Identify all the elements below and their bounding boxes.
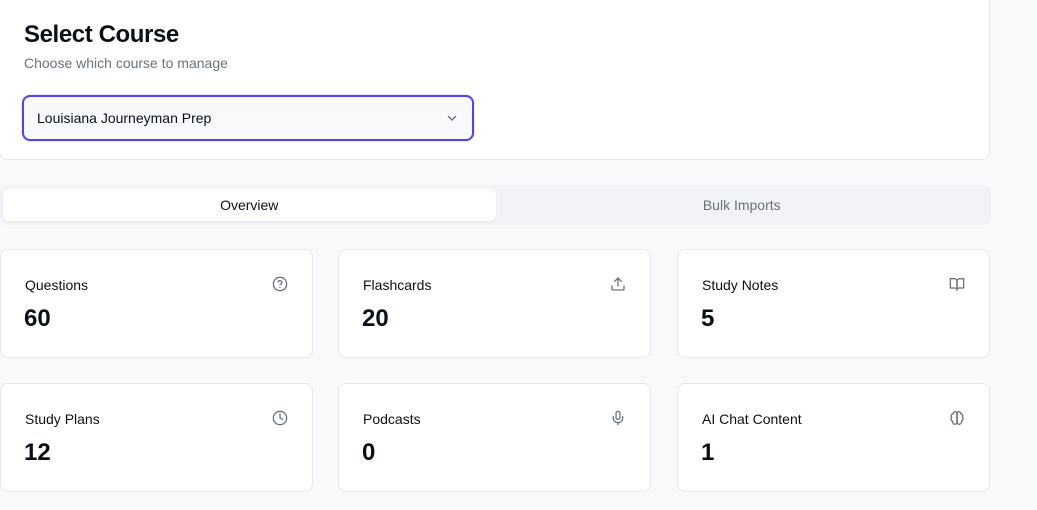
upload-icon [610,276,626,292]
clock-icon [272,410,288,426]
help-circle-icon [272,276,288,292]
stat-label: Podcasts [363,411,421,427]
stat-label: Flashcards [363,277,432,293]
course-selector-card: Select Course Choose which course to man… [0,0,990,160]
stat-value: 20 [362,305,389,332]
course-select[interactable]: Louisiana Journeyman Prep [22,95,474,141]
stat-card-questions: Questions 60 [0,249,313,358]
stat-value: 12 [24,439,51,466]
microphone-icon [610,410,626,426]
tab-bar: Overview Bulk Imports [0,185,991,225]
stat-label: Study Notes [702,277,779,293]
stat-card-flashcards: Flashcards 20 [338,249,651,358]
stat-label: Study Plans [25,411,100,427]
tab-bulk-imports[interactable]: Bulk Imports [496,189,989,221]
course-selector-title: Select Course [24,21,179,48]
tab-overview[interactable]: Overview [3,189,496,221]
stat-card-ai-chat-content: AI Chat Content 1 [677,383,990,492]
stat-value: 5 [701,305,715,332]
course-selector-subtitle: Choose which course to manage [24,55,228,71]
book-open-icon [949,276,965,292]
stat-label: Questions [25,277,89,293]
course-select-value: Louisiana Journeyman Prep [37,110,212,126]
stat-card-study-notes: Study Notes 5 [677,249,990,358]
stat-value: 60 [24,305,51,332]
stat-value: 1 [701,439,715,466]
stat-card-podcasts: Podcasts 0 [338,383,651,492]
stat-value: 0 [362,439,376,466]
brain-icon [949,410,965,426]
stat-card-study-plans: Study Plans 12 [0,383,313,492]
stat-label: AI Chat Content [702,411,802,427]
chevron-down-icon [446,112,458,124]
